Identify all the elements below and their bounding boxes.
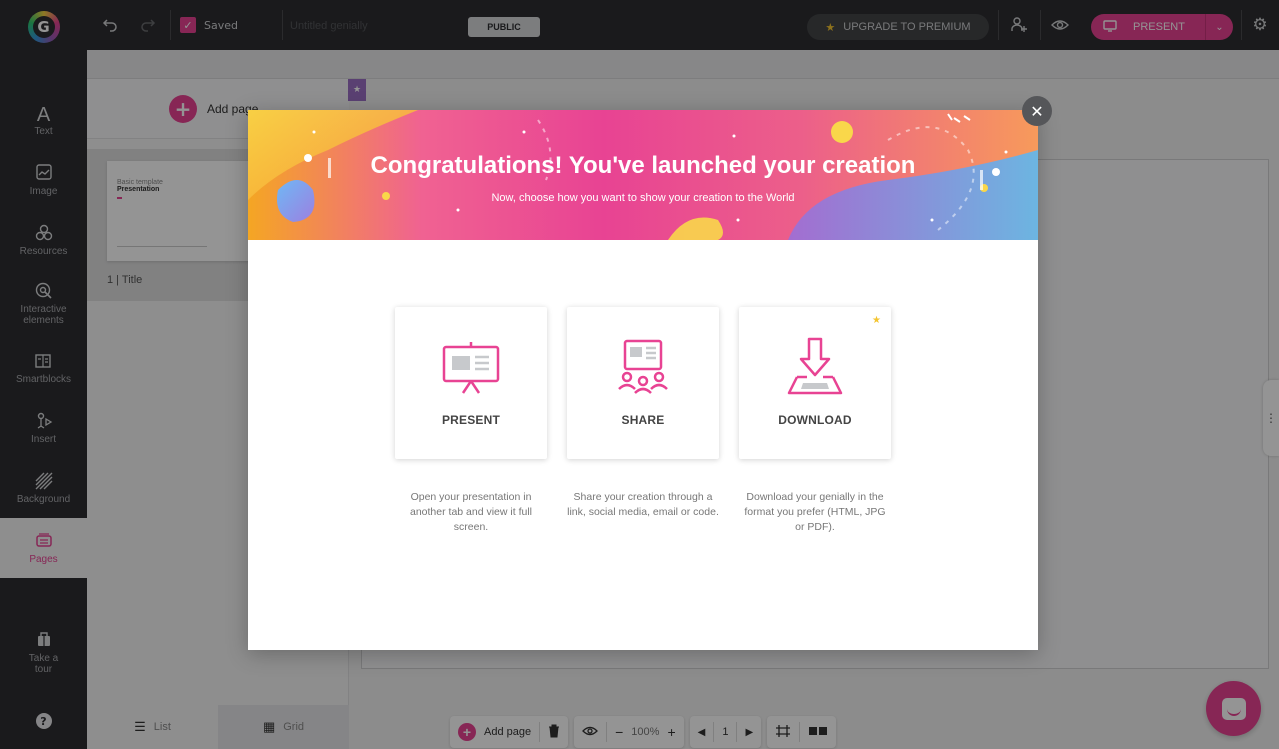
share-option-label: SHARE	[621, 413, 665, 427]
close-icon[interactable]: ✕	[1022, 96, 1052, 126]
share-option-card[interactable]: SHARE	[567, 307, 719, 459]
presentation-board-icon	[442, 342, 500, 394]
present-option-description: Open your presentation in another tab an…	[410, 491, 532, 533]
modal-title: Congratulations! You've launched your cr…	[370, 152, 916, 179]
download-option-card[interactable]: ★ DOWNLOAD	[739, 307, 891, 459]
modal-header-banner: Congratulations! You've launched your cr…	[248, 110, 1038, 240]
launch-modal: Congratulations! You've launched your cr…	[248, 110, 1038, 650]
download-option-label: DOWNLOAD	[778, 413, 852, 427]
present-option-label: PRESENT	[441, 413, 501, 427]
download-option-description: Download your genially in the format you…	[744, 491, 886, 533]
modal-subtitle: Now, choose how you want to show your cr…	[491, 192, 795, 204]
share-audience-icon	[618, 339, 668, 394]
download-arrow-icon	[787, 337, 843, 395]
present-option-card[interactable]: PRESENT	[395, 307, 547, 459]
premium-star-icon: ★	[872, 315, 881, 326]
share-option-description: Share your creation through a link, soci…	[567, 491, 719, 518]
